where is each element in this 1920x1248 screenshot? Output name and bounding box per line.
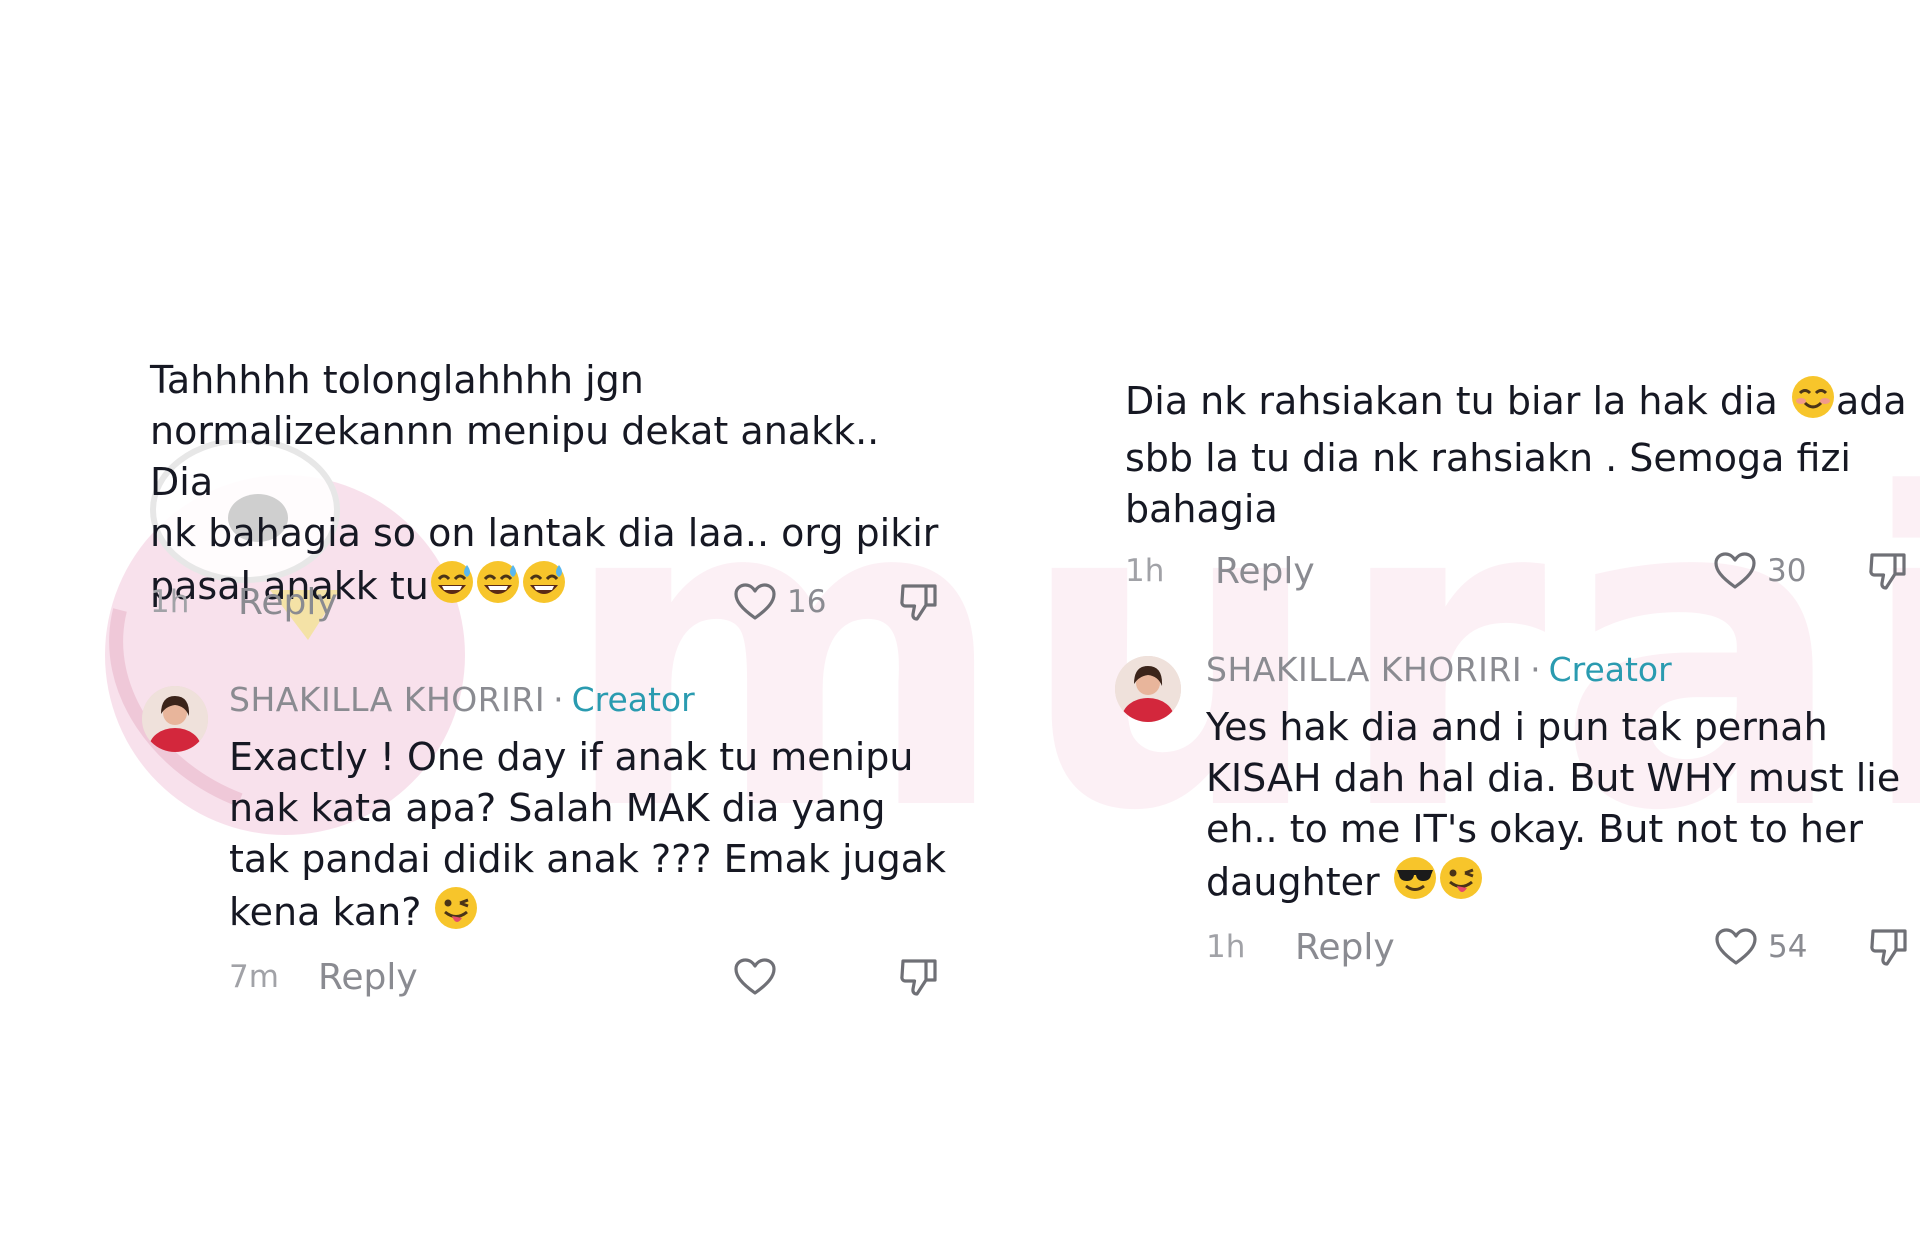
reply-line: Exactly ! One day if anak tu menipu (229, 735, 914, 779)
reply-line: kena kan? (229, 885, 959, 944)
avatar-image (1115, 656, 1181, 722)
comment-meta: 1h Reply 30 (1125, 546, 1915, 596)
winking-tongue-emoji (433, 885, 479, 944)
thumbs-down-icon (898, 956, 940, 998)
reply-line: eh.. to me IT's okay. But not to her (1206, 807, 1864, 851)
thumbs-down-icon (1867, 550, 1909, 592)
comment-meta: 1h Reply 16 (150, 577, 950, 627)
reply-left: SHAKILLA KHORIRI · Creator Exactly ! One… (229, 680, 959, 1010)
reply-line: KISAH dah hal dia. But WHY must lie (1206, 756, 1901, 800)
heart-outline-icon (1713, 551, 1757, 591)
like-button[interactable]: 30 (1713, 551, 1806, 591)
reply-right: SHAKILLA KHORIRI · Creator Yes hak dia a… (1206, 650, 1916, 980)
comment-right: Dia nk rahsiakan tu biar la hak dia ada … (1125, 374, 1915, 614)
username[interactable]: SHAKILLA KHORIRI (229, 680, 545, 720)
comment-left: Tahhhhh tolonglahhhh jgn normalizekannn … (150, 355, 950, 645)
separator: · (553, 680, 564, 719)
like-count: 54 (1768, 929, 1808, 965)
comment-time: 1h (150, 584, 190, 620)
reply-button[interactable]: Reply (238, 582, 338, 623)
reply-button[interactable]: Reply (1295, 927, 1395, 968)
dislike-button[interactable] (898, 581, 940, 623)
reply-time: 1h (1206, 929, 1246, 965)
heart-outline-icon (733, 582, 777, 622)
winking-tongue-emoji (1438, 855, 1484, 914)
creator-badge: Creator (1548, 650, 1672, 689)
creator-badge: Creator (571, 680, 695, 719)
reply-line: Yes hak dia and i pun tak pernah (1206, 705, 1828, 749)
reply-line-text: kena kan? (229, 890, 422, 934)
comment-line-text: ada (1835, 379, 1907, 423)
heart-outline-icon (1714, 927, 1758, 967)
sunglasses-emoji (1392, 855, 1438, 914)
reply-text: Yes hak dia and i pun tak pernah KISAH d… (1206, 702, 1916, 914)
dislike-button[interactable] (1868, 926, 1910, 968)
reply-button[interactable]: Reply (318, 957, 418, 998)
avatar-image (142, 686, 208, 752)
comment-line: sbb la tu dia nk rahsiakn . Semoga fizi (1125, 436, 1851, 480)
like-button[interactable] (733, 957, 787, 997)
dislike-button[interactable] (898, 956, 940, 998)
comment-line: bahagia (1125, 487, 1278, 531)
comment-time: 1h (1125, 553, 1165, 589)
reply-header: SHAKILLA KHORIRI · Creator (1206, 650, 1916, 690)
comment-line: Tahhhhh tolonglahhhh jgn (150, 358, 644, 402)
reply-line: nak kata apa? Salah MAK dia yang (229, 786, 886, 830)
heart-outline-icon (733, 957, 777, 997)
dislike-button[interactable] (1867, 550, 1909, 592)
smiling-blush-emoji (1790, 374, 1836, 433)
comment-line-text: Dia nk rahsiakan tu biar la hak dia (1125, 379, 1790, 423)
avatar[interactable] (142, 686, 208, 752)
reply-time: 7m (229, 959, 279, 995)
reply-line: tak pandai didik anak ??? Emak jugak (229, 837, 947, 881)
reply-header: SHAKILLA KHORIRI · Creator (229, 680, 959, 720)
like-button[interactable]: 54 (1714, 927, 1807, 967)
like-button[interactable]: 16 (733, 582, 826, 622)
reply-line: daughter (1206, 855, 1916, 914)
username[interactable]: SHAKILLA KHORIRI (1206, 650, 1522, 690)
like-count: 30 (1767, 553, 1807, 589)
reply-button[interactable]: Reply (1215, 551, 1315, 592)
comment-line: nk bahagia so on lantak dia laa.. org pi… (150, 511, 939, 555)
reply-text: Exactly ! One day if anak tu menipu nak … (229, 732, 959, 944)
reply-meta: 7m Reply (229, 952, 959, 1002)
comment-text: Dia nk rahsiakan tu biar la hak dia ada … (1125, 374, 1915, 535)
avatar[interactable] (1115, 656, 1181, 722)
comment-line: normalizekannn menipu dekat anakk.. Dia (150, 409, 880, 504)
like-count: 16 (787, 584, 827, 620)
thumbs-down-icon (898, 581, 940, 623)
separator: · (1530, 650, 1541, 689)
reply-line-text: daughter (1206, 860, 1392, 904)
thumbs-down-icon (1868, 926, 1910, 968)
comment-line: Dia nk rahsiakan tu biar la hak dia ada (1125, 374, 1915, 433)
reply-meta: 1h Reply 54 (1206, 922, 1916, 972)
